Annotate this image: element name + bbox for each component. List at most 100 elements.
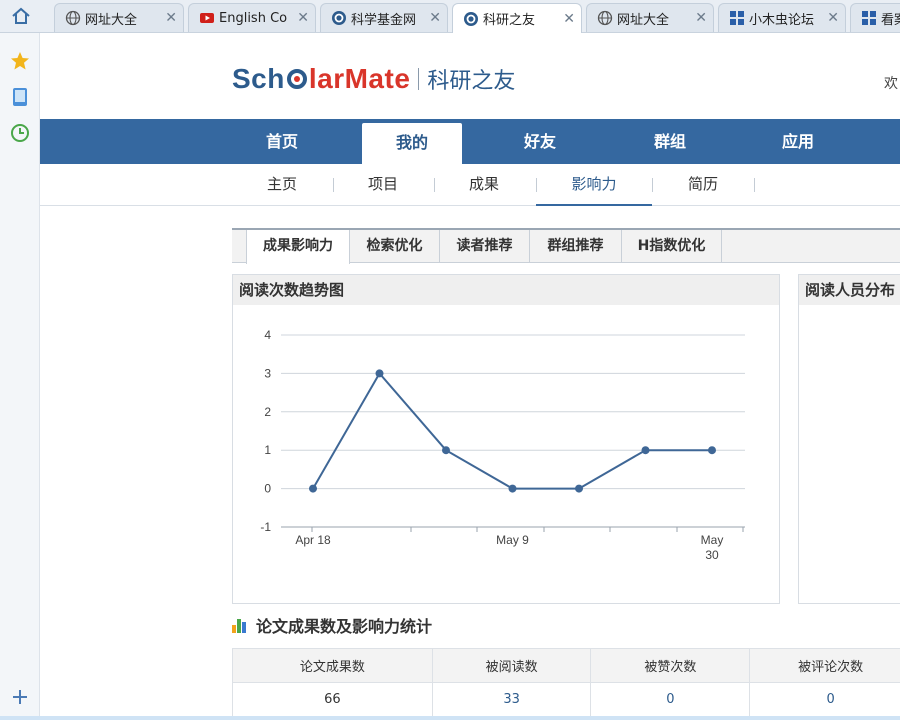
stats-section-title: 论文成果数及影响力统计	[232, 614, 432, 636]
globe-icon	[65, 10, 81, 26]
sub-nav-separator	[333, 178, 334, 192]
sub-nav-item[interactable]: 项目	[333, 164, 433, 206]
browser-tab[interactable]: English Co ✕	[188, 3, 316, 32]
impact-tab[interactable]: 群组推荐	[530, 230, 622, 262]
stats-data-row: 66 33 0 0	[232, 682, 900, 717]
y-tick-label: 2	[264, 405, 271, 419]
x-tick-label: May 30	[701, 533, 724, 562]
y-tick-label: 0	[264, 482, 271, 496]
stats-value-cell: 66	[232, 682, 433, 717]
close-icon[interactable]: ✕	[297, 10, 309, 26]
browser-tab[interactable]: 网址大全 ✕	[586, 3, 714, 32]
stats-value-cell[interactable]: 0	[749, 682, 900, 717]
browser-tab[interactable]: 小木虫论坛 ✕	[718, 3, 846, 32]
sub-nav-item[interactable]: 影响力	[536, 164, 652, 206]
grid-icon	[861, 10, 877, 26]
sub-nav-item[interactable]: 成果	[434, 164, 534, 206]
plus-icon[interactable]	[10, 687, 30, 707]
y-tick-label: 1	[264, 443, 271, 457]
browser-tab[interactable]: 网址大全 ✕	[54, 3, 184, 32]
impact-tabs: 成果影响力 检索优化 读者推荐 群组推荐 H指数优化	[232, 228, 900, 264]
sub-nav-separator	[652, 178, 653, 192]
stats-title-text: 论文成果数及影响力统计	[256, 617, 433, 636]
browser-tab-title: 看案	[881, 12, 900, 28]
impact-tab[interactable]: 检索优化	[350, 230, 440, 262]
logo-o-icon	[286, 68, 308, 90]
main-nav-item[interactable]: 群组	[620, 119, 720, 164]
scholarmate-logo[interactable]: Sch larMate 科研之友	[232, 62, 515, 96]
home-icon[interactable]	[8, 4, 34, 28]
browser-tab-title: 网址大全	[617, 12, 670, 28]
stats-header-cell: 被阅读数	[431, 648, 592, 683]
main-nav-item[interactable]: 好友	[490, 119, 590, 164]
globe-icon	[597, 10, 613, 26]
scholarmate-icon	[463, 11, 479, 27]
data-point	[442, 446, 450, 455]
logo-separator	[418, 68, 420, 90]
stats-header-row: 论文成果数 被阅读数 被赞次数 被评论次数	[232, 648, 900, 683]
stats-header-cell: 被评论次数	[749, 648, 900, 683]
reader-distribution-panel: 阅读人员分布	[798, 274, 900, 604]
close-icon[interactable]: ✕	[429, 10, 441, 26]
stats-header-cell: 论文成果数	[232, 648, 433, 683]
close-icon[interactable]: ✕	[695, 10, 707, 26]
stats-header-cell: 被赞次数	[590, 648, 751, 683]
browser-tab-title: English Co	[219, 10, 288, 26]
reading-trend-chart: 4 3 2 1 0 -1 Apr 18 May 9 May 30	[260, 328, 745, 562]
welcome-text: 欢	[884, 76, 898, 92]
star-icon[interactable]	[10, 51, 30, 71]
data-point	[508, 484, 517, 493]
sub-nav-separator	[434, 178, 435, 192]
browser-sidebar	[0, 33, 40, 720]
reader-distribution-title: 阅读人员分布	[799, 275, 900, 305]
close-icon[interactable]: ✕	[827, 10, 839, 26]
close-icon[interactable]: ✕	[563, 11, 575, 27]
grid-icon	[729, 10, 745, 26]
bottom-strip	[0, 716, 900, 720]
sub-nav-item[interactable]: 简历	[653, 164, 753, 206]
main-nav-item[interactable]: 我的	[362, 123, 462, 164]
browser-tab-bar: 网址大全 ✕ English Co ✕ 科学基金网 ✕ 科研之友 ✕ 网址大全 ✕ 小木虫论坛 ✕ 看案	[0, 0, 900, 33]
scholarmate-icon	[331, 10, 347, 26]
reading-trend-title: 阅读次数趋势图	[233, 275, 779, 305]
impact-tab[interactable]: 成果影响力	[246, 230, 350, 264]
clock-icon[interactable]	[10, 123, 30, 143]
youtube-icon	[199, 10, 215, 26]
logo-chinese: 科研之友	[427, 69, 516, 94]
reading-trend-panel: 阅读次数趋势图 4 3 2 1 0 -1 Apr 18 May 9 May 30	[232, 274, 780, 604]
data-point	[708, 446, 716, 455]
y-tick-label: 3	[264, 366, 271, 380]
series-line	[312, 371, 712, 490]
y-tick-label: 4	[264, 328, 271, 342]
data-point	[575, 484, 583, 493]
tablet-icon[interactable]	[10, 87, 30, 107]
impact-tab[interactable]: 读者推荐	[440, 230, 530, 262]
impact-tab[interactable]: H指数优化	[622, 230, 722, 262]
browser-tab[interactable]: 科学基金网 ✕	[320, 3, 448, 32]
data-point	[641, 446, 650, 455]
sub-nav: 主页 项目 成果 影响力 简历	[40, 164, 900, 206]
y-tick-label: -1	[260, 520, 271, 534]
logo-text-part1: Sch	[232, 63, 285, 94]
logo-text-part2: larMate	[308, 63, 411, 94]
sub-nav-separator	[754, 178, 755, 192]
browser-tab-title: 网址大全	[85, 12, 138, 28]
sub-nav-separator	[536, 178, 537, 192]
browser-tab[interactable]: 科研之友 ✕	[452, 3, 582, 33]
browser-tab-title: 小木虫论坛	[749, 12, 815, 28]
close-icon[interactable]: ✕	[165, 10, 177, 26]
browser-tab[interactable]: 看案	[850, 3, 900, 32]
sub-nav-item[interactable]: 主页	[232, 164, 332, 206]
data-point	[309, 484, 317, 493]
browser-tab-title: 科学基金网	[351, 12, 417, 28]
data-point	[375, 369, 384, 378]
bar-chart-icon	[232, 617, 250, 633]
x-tick-label: Apr 18	[295, 533, 331, 547]
main-nav: 首页 我的 好友 群组 应用	[40, 119, 900, 164]
main-nav-item[interactable]: 首页	[232, 119, 332, 164]
stats-table: 论文成果数 被阅读数 被赞次数 被评论次数 66 33 0 0	[232, 648, 900, 717]
browser-tab-title: 科研之友	[483, 13, 536, 28]
main-nav-item[interactable]: 应用	[748, 119, 848, 164]
stats-value-cell[interactable]: 0	[590, 682, 751, 717]
stats-value-cell[interactable]: 33	[431, 682, 592, 717]
